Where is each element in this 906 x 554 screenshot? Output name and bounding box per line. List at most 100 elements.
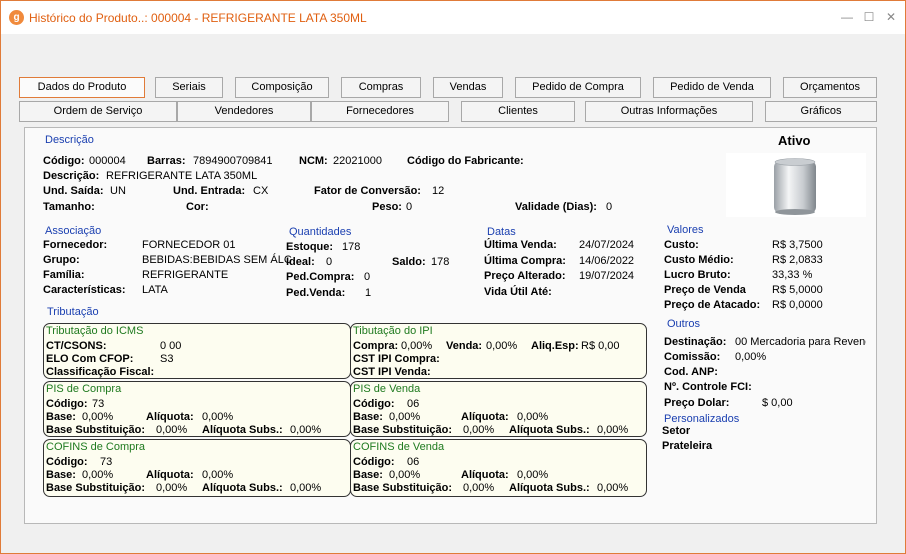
cofins-compra-base-label: Base: <box>46 469 76 481</box>
destinacao-value: 00 Mercadoria para Revend <box>735 336 866 348</box>
cofins-venda-codigo-label: Código: <box>353 456 395 468</box>
und-saida-label: Und. Saída: <box>43 185 104 197</box>
ipi-title: Tibutação do IPI <box>353 325 433 337</box>
pis-compra-codigo-value: 73 <box>92 398 105 410</box>
cofins-compra-base-sub-label: Base Substituição: <box>46 482 146 494</box>
pis-compra-aliq-sub-value: 0,00% <box>290 424 322 436</box>
tab-fornecedores[interactable]: Fornecedores <box>311 101 449 122</box>
saldo-value: 178 <box>431 256 450 268</box>
tab-vendedores[interactable]: Vendedores <box>177 101 311 122</box>
grupo-label: Grupo: <box>43 254 80 266</box>
title-bar: g Histórico do Produto..: 000004 - REFRI… <box>1 1 905 34</box>
pedcompra-value: 0 <box>364 271 371 283</box>
comissao-label: Comissão: <box>664 351 721 363</box>
ideal-value: 0 <box>326 256 333 268</box>
tab-ordem-de-servico[interactable]: Ordem de Serviço <box>19 101 177 122</box>
section-outros: Outros <box>667 318 701 330</box>
validade-value: 0 <box>606 201 613 213</box>
tab-composicao[interactable]: Composição <box>235 77 329 98</box>
und-entrada-label: Und. Entrada: <box>173 185 246 197</box>
tamanho-label: Tamanho: <box>43 201 95 213</box>
tab-pedido-de-venda[interactable]: Pedido de Venda <box>653 77 771 98</box>
cofins-venda-base-sub-value: 0,00% <box>463 482 495 494</box>
tab-compras[interactable]: Compras <box>341 77 421 98</box>
cofins-venda-title: COFINS de Venda <box>353 441 445 453</box>
cofins-compra-base-sub-value: 0,00% <box>156 482 188 494</box>
status-badge: Ativo <box>778 133 811 148</box>
custo-value: R$ 3,7500 <box>772 239 823 251</box>
product-history-window: g Histórico do Produto..: 000004 - REFRI… <box>0 0 906 554</box>
tab-pedido-de-compra[interactable]: Pedido de Compra <box>515 77 641 98</box>
ipi-cst-venda-label: CST IPI Venda: <box>353 366 431 378</box>
ncm-label: NCM: <box>299 155 328 167</box>
section-descricao: Descrição <box>45 134 94 146</box>
comissao-value: 0,00% <box>735 351 767 363</box>
close-button[interactable]: ✕ <box>880 7 902 27</box>
ultima-compra-label: Última Compra: <box>484 255 566 267</box>
peso-label: Peso: <box>372 201 402 213</box>
preco-alterado-value: 19/07/2024 <box>579 270 635 282</box>
descricao-label: Descrição: <box>43 170 100 182</box>
pis-compra-codigo-label: Código: <box>46 398 88 410</box>
preco-venda-label: Preço de Venda <box>664 284 746 296</box>
tab-seriais[interactable]: Seriais <box>155 77 223 98</box>
familia-value: REFRIGERANTE <box>142 269 229 281</box>
familia-label: Família: <box>43 269 85 281</box>
cofins-venda-aliquota-label: Alíquota: <box>461 469 509 481</box>
cofins-venda-box: COFINS de Venda Código: 06 Base: 0,00% A… <box>350 439 647 497</box>
preco-venda-value: R$ 5,0000 <box>772 284 823 296</box>
cofins-compra-aliq-sub-value: 0,00% <box>290 482 322 494</box>
pis-venda-base-sub-label: Base Substituição: <box>353 424 453 436</box>
ideal-label: Ideal: <box>286 256 315 268</box>
tab-orcamentos[interactable]: Orçamentos <box>783 77 877 98</box>
tab-clientes[interactable]: Clientes <box>461 101 575 122</box>
cofins-venda-aliq-sub-label: Alíquota Subs.: <box>509 482 590 494</box>
estoque-value: 178 <box>342 241 361 253</box>
validade-label: Validade (Dias): <box>515 201 597 213</box>
pis-venda-aliq-sub-value: 0,00% <box>597 424 629 436</box>
anp-label: Cod. ANP: <box>664 366 718 378</box>
pis-venda-base-value: 0,00% <box>389 411 421 423</box>
pis-venda-base-label: Base: <box>353 411 383 423</box>
fator-value: 12 <box>432 185 445 197</box>
caracteristicas-label: Características: <box>43 284 126 296</box>
peso-value: 0 <box>406 201 413 213</box>
destinacao-label: Destinação: <box>664 336 727 348</box>
ipi-compra-label: Compra: <box>353 340 399 352</box>
pis-compra-base-sub-label: Base Substituição: <box>46 424 146 436</box>
codigo-value: 000004 <box>89 155 126 167</box>
section-datas: Datas <box>487 226 516 238</box>
cofins-venda-base-value: 0,00% <box>389 469 421 481</box>
tab-vendas[interactable]: Vendas <box>433 77 503 98</box>
ultima-venda-label: Última Venda: <box>484 239 557 251</box>
ipi-compra-value: 0,00% <box>401 340 433 352</box>
tab-outras-informacoes[interactable]: Outras Informações <box>585 101 753 122</box>
pis-venda-aliquota-label: Alíquota: <box>461 411 509 423</box>
maximize-button[interactable]: ☐ <box>858 7 880 27</box>
section-personalizados: Personalizados <box>664 413 740 425</box>
cofins-venda-base-sub-label: Base Substituição: <box>353 482 453 494</box>
app-logo-icon: g <box>9 10 24 25</box>
cofins-compra-box: COFINS de Compra Código: 73 Base: 0,00% … <box>43 439 351 497</box>
saldo-label: Saldo: <box>392 256 426 268</box>
cofins-compra-codigo-label: Código: <box>46 456 88 468</box>
tab-dados-do-produto[interactable]: Dados do Produto <box>19 77 145 98</box>
preco-alterado-label: Preço Alterado: <box>484 270 566 282</box>
cofins-venda-aliquota-value: 0,00% <box>517 469 549 481</box>
cofins-compra-codigo-value: 73 <box>100 456 113 468</box>
pedcompra-label: Ped.Compra: <box>286 271 355 283</box>
icms-title: Tributação do ICMS <box>46 325 144 337</box>
icms-cst-label: CT/CSONS: <box>46 340 107 352</box>
cofins-compra-base-value: 0,00% <box>82 469 114 481</box>
setor-label: Setor <box>662 425 691 437</box>
dolar-value: $ 0,00 <box>762 397 793 409</box>
preco-atacado-label: Preço de Atacado: <box>664 299 761 311</box>
ipi-venda-value: 0,00% <box>486 340 518 352</box>
pis-compra-aliquota-label: Alíquota: <box>146 411 194 423</box>
ultima-compra-value: 14/06/2022 <box>579 255 635 267</box>
minimize-button[interactable]: — <box>836 7 858 27</box>
icms-box: Tributação do ICMS CT/CSONS: 0 00 ELO Co… <box>43 323 351 379</box>
tab-graficos[interactable]: Gráficos <box>765 101 877 122</box>
icms-elo-label: ELO Com CFOP: <box>46 353 134 365</box>
barras-label: Barras: <box>147 155 186 167</box>
